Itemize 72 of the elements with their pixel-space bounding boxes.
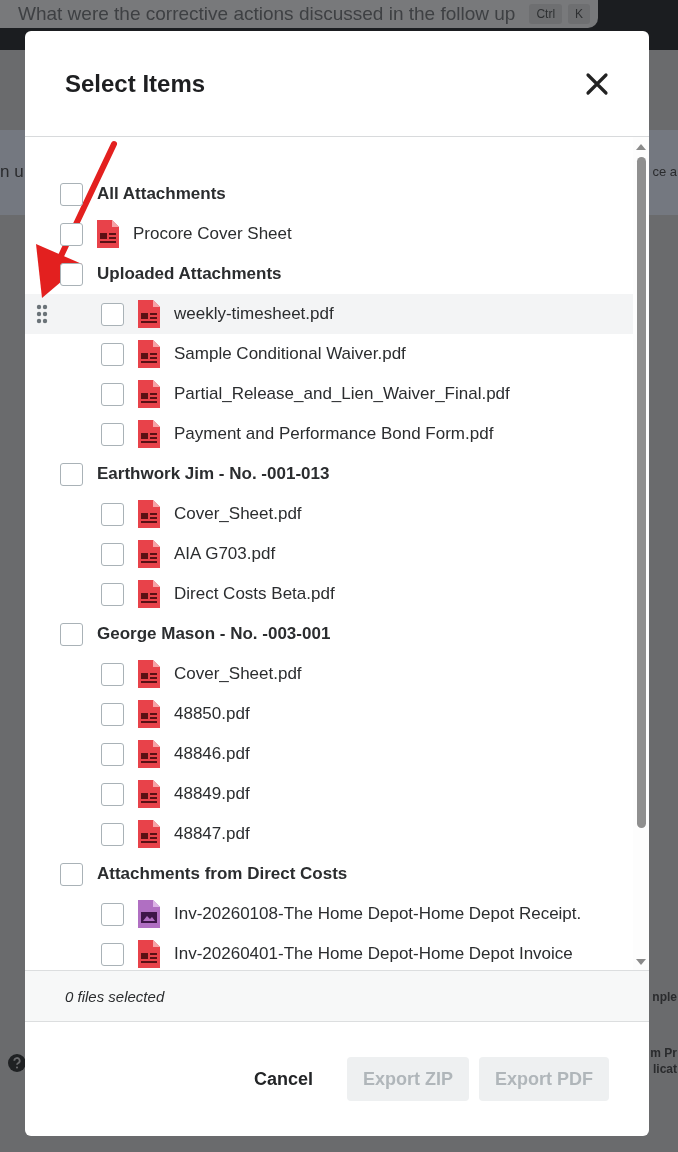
file-name[interactable]: 48850.pdf [174, 704, 250, 724]
checkbox[interactable] [101, 662, 124, 686]
item-label: George Mason - No. -003-001 [97, 624, 331, 644]
checkbox[interactable] [101, 942, 124, 966]
pdf-file-icon [138, 420, 160, 448]
pdf-file-icon [97, 220, 119, 248]
close-icon [585, 71, 609, 96]
pdf-file-icon [138, 300, 160, 328]
file-name[interactable]: Partial_Release_and_Lien_Waiver_Final.pdf [174, 384, 510, 404]
checkbox[interactable] [60, 862, 83, 886]
cancel-button[interactable]: Cancel [229, 1057, 337, 1101]
checkbox[interactable] [101, 382, 124, 406]
pdf-file-icon [138, 780, 160, 808]
pdf-file-icon [138, 500, 160, 528]
scroll-up-icon[interactable] [635, 143, 647, 151]
file-name[interactable]: AIA G703.pdf [174, 544, 276, 564]
background-text: m Pr [650, 1046, 677, 1060]
item-label: Attachments from Direct Costs [97, 864, 348, 884]
checkbox[interactable] [101, 422, 124, 446]
help-icon [8, 1054, 26, 1072]
file-name[interactable]: 48847.pdf [174, 824, 250, 844]
item-label: Earthwork Jim - No. -001-013 [97, 464, 330, 484]
checkbox[interactable] [60, 262, 83, 286]
background-text: licat [653, 1062, 677, 1076]
shortcut-key: Ctrl [529, 4, 563, 24]
dialog-title: Select Items [65, 69, 206, 98]
item-label: Uploaded Attachments [97, 264, 282, 284]
search-text: What were the corrective actions discussed in the follow up [18, 3, 516, 25]
pdf-file-icon [138, 660, 160, 688]
checkbox[interactable] [101, 782, 124, 806]
pdf-file-icon [138, 740, 160, 768]
file-name[interactable]: Cover_Sheet.pdf [174, 664, 302, 684]
file-name[interactable]: 48849.pdf [174, 784, 250, 804]
pdf-file-icon [138, 820, 160, 848]
checkbox[interactable] [101, 542, 124, 566]
image-file-icon [138, 900, 160, 928]
checkbox[interactable] [101, 702, 124, 726]
checkbox[interactable] [101, 302, 124, 326]
scroll-down-icon[interactable] [635, 958, 647, 966]
pdf-file-icon [138, 540, 160, 568]
file-name[interactable]: weekly-timesheet.pdf [174, 304, 334, 324]
checkbox[interactable] [101, 902, 124, 926]
checkbox[interactable] [101, 822, 124, 846]
pdf-file-icon [138, 380, 160, 408]
file-name[interactable]: Direct Costs Beta.pdf [174, 584, 335, 604]
item-label: All Attachments [97, 184, 226, 204]
pdf-file-icon [138, 700, 160, 728]
file-name[interactable]: Inv-20260401-The Home Depot-Home Depot Invoice [174, 944, 573, 964]
checkbox[interactable] [60, 462, 83, 486]
shortcut-key: K [568, 4, 591, 24]
pdf-file-icon [138, 340, 160, 368]
file-name[interactable]: Sample Conditional Waiver.pdf [174, 344, 406, 364]
checkbox[interactable] [101, 502, 124, 526]
background-text: nple [652, 990, 677, 1004]
background-text: n u [0, 162, 24, 182]
checkbox[interactable] [101, 742, 124, 766]
scroll-thumb[interactable] [636, 157, 646, 828]
file-name[interactable]: Payment and Performance Bond Form.pdf [174, 424, 494, 444]
checkbox[interactable] [101, 342, 124, 366]
file-name[interactable]: Cover_Sheet.pdf [174, 504, 302, 524]
checkbox[interactable] [101, 582, 124, 606]
checkbox[interactable] [60, 182, 83, 206]
item-label: Procore Cover Sheet [133, 224, 292, 244]
file-name[interactable]: 48846.pdf [174, 744, 250, 764]
checkbox[interactable] [60, 222, 83, 246]
file-name[interactable]: Inv-20260108-The Home Depot-Home Depot Receipt. [174, 904, 582, 924]
selection-count: 0 files selected [65, 987, 165, 1005]
checkbox[interactable] [60, 622, 83, 646]
drag-handle-icon[interactable] [36, 304, 48, 324]
background-text: ce a [652, 164, 677, 179]
pdf-file-icon [138, 940, 160, 968]
pdf-file-icon [138, 580, 160, 608]
